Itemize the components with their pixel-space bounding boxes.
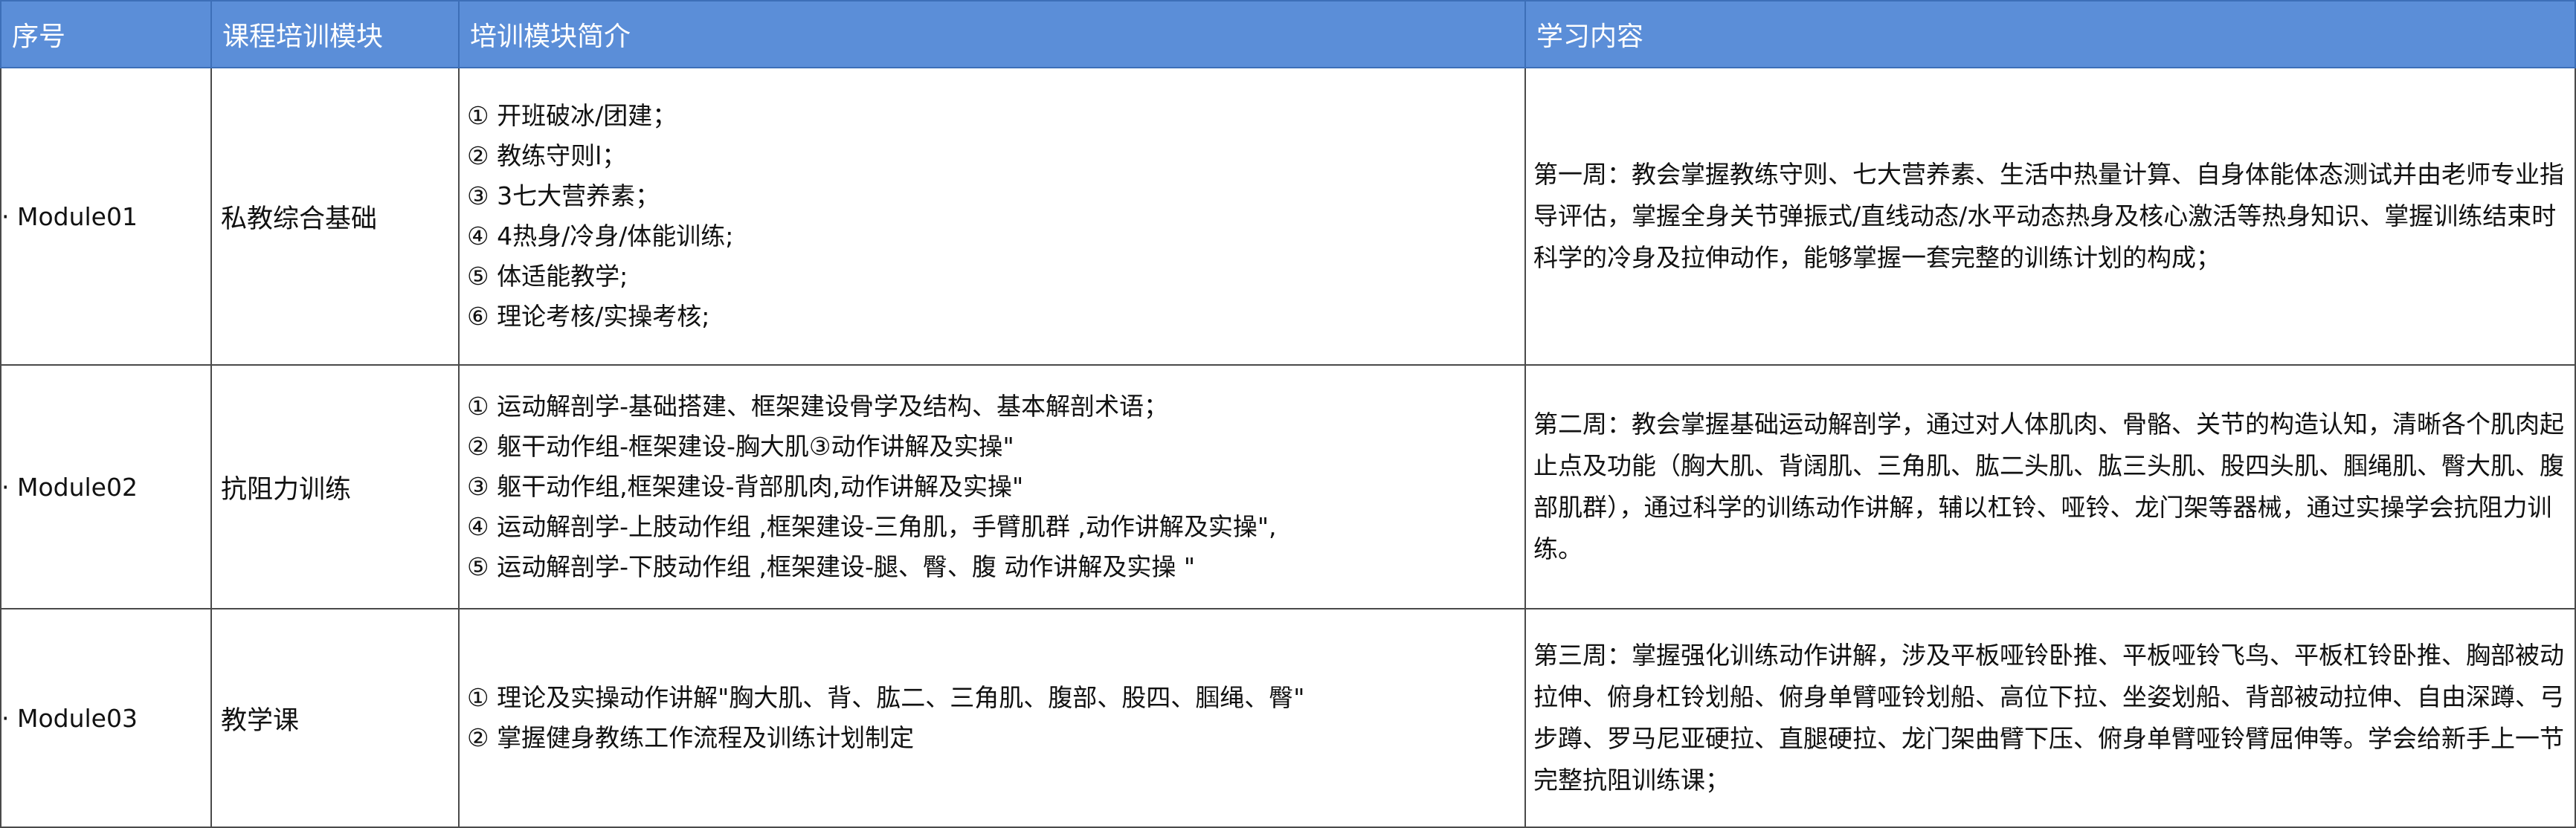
row-index: · Module01: [0, 67, 212, 366]
intro-item: ⑤ 运动解剖学-下肢动作组 ,框架建设-腿、臀、腹 动作讲解及实操 ": [467, 552, 1196, 581]
intro-item: ③ 躯干动作组,框架建设-背部肌肉,动作讲解及实操": [467, 472, 1024, 501]
content-text: 第三周：掌握强化训练动作讲解，涉及平板哑铃卧推、平板哑铃飞鸟、平板杠铃卧推、胸部…: [1533, 641, 2564, 795]
table-row: · Module02 抗阻力训练 ① 运动解剖学-基础搭建、框架建设骨学及结构、…: [0, 364, 2576, 609]
intro-item: ④ 4热身/冷身/体能训练;: [467, 221, 734, 250]
row-content: 第一周：教会掌握教练守则、七大营养素、生活中热量计算、自身体能体态测试并由老师专…: [1524, 67, 2576, 366]
row-module: 教学课: [210, 608, 460, 828]
header-index: 序号: [0, 0, 212, 68]
intro-item: ③ 3七大营养素；: [467, 181, 660, 210]
table-row: · Module01 私教综合基础 ① 开班破冰/团建； ② 教练守则l； ③ …: [0, 67, 2576, 366]
row-intro: ① 运动解剖学-基础搭建、框架建设骨学及结构、基本解剖术语； ② 躯干动作组-框…: [458, 364, 1526, 609]
row-module: 抗阻力训练: [210, 364, 460, 609]
course-table: 序号 课程培训模块 培训模块简介 学习内容 · Module01 私教综合基础 …: [0, 0, 2576, 828]
row-module: 私教综合基础: [210, 67, 460, 366]
row-content: 第二周：教会掌握基础运动解剖学，通过对人体肌肉、骨骼、关节的构造认知，清晰各个肌…: [1524, 364, 2576, 609]
intro-item: ⑥ 理论考核/实操考核;: [467, 302, 710, 331]
header-module: 课程培训模块: [210, 0, 460, 68]
header-content: 学习内容: [1524, 0, 2576, 68]
row-intro: ① 开班破冰/团建； ② 教练守则l； ③ 3七大营养素； ④ 4热身/冷身/体…: [458, 67, 1526, 366]
row-intro: ① 理论及实操动作讲解"胸大肌、背、肱二、三角肌、腹部、股四、腘绳、臀" ② 掌…: [458, 608, 1526, 828]
content-text: 第二周：教会掌握基础运动解剖学，通过对人体肌肉、骨骼、关节的构造认知，清晰各个肌…: [1533, 410, 2564, 563]
intro-item: ④ 运动解剖学-上肢动作组 ,框架建设-三角肌，手臂肌群 ,动作讲解及实操",: [467, 512, 1277, 541]
intro-item: ② 掌握健身教练工作流程及训练计划制定: [467, 723, 915, 752]
header-row: 序号 课程培训模块 培训模块简介 学习内容: [0, 0, 2576, 68]
intro-item: ① 运动解剖学-基础搭建、框架建设骨学及结构、基本解剖术语；: [467, 392, 1168, 421]
intro-item: ② 躯干动作组-框架建设-胸大肌③动作讲解及实操": [467, 432, 1014, 461]
intro-item: ⑤ 体适能教学;: [467, 262, 628, 291]
row-index: · Module02: [0, 364, 212, 609]
content-text: 第一周：教会掌握教练守则、七大营养素、生活中热量计算、自身体能体态测试并由老师专…: [1533, 160, 2564, 272]
intro-item: ① 理论及实操动作讲解"胸大肌、背、肱二、三角肌、腹部、股四、腘绳、臀": [467, 683, 1305, 712]
intro-item: ② 教练守则l；: [467, 141, 627, 170]
header-intro: 培训模块简介: [458, 0, 1526, 68]
row-index: · Module03: [0, 608, 212, 828]
intro-item: ① 开班破冰/团建；: [467, 101, 677, 130]
table-row: · Module03 教学课 ① 理论及实操动作讲解"胸大肌、背、肱二、三角肌、…: [0, 608, 2576, 828]
row-content: 第三周：掌握强化训练动作讲解，涉及平板哑铃卧推、平板哑铃飞鸟、平板杠铃卧推、胸部…: [1524, 608, 2576, 828]
